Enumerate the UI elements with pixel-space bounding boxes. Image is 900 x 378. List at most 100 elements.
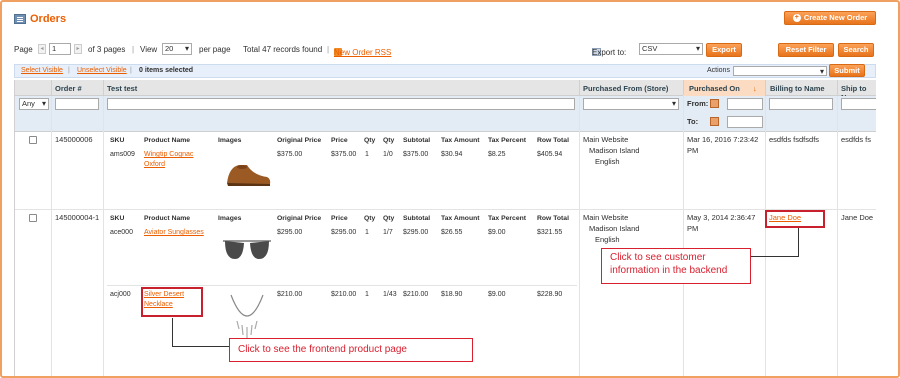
reset-filter-button[interactable]: Reset Filter [778, 43, 834, 57]
table-row[interactable]: 145000006 SKU Product Name Images Origin… [15, 132, 876, 210]
shoe-image [227, 165, 271, 186]
col-purchased-from[interactable]: Purchased From (Store) [583, 84, 668, 93]
select-visible-link[interactable]: Select Visible [21, 67, 63, 74]
store-view: English [595, 157, 620, 166]
sub-header-sku: SKU [110, 215, 125, 222]
col-order[interactable]: Order # [55, 84, 82, 93]
actions-select[interactable] [733, 66, 827, 77]
callout-line [751, 256, 799, 257]
callout-line [172, 318, 173, 346]
store-filter-select[interactable] [583, 98, 679, 110]
order-id: 145000006 [55, 135, 93, 144]
store-website: Main Website [583, 213, 629, 222]
row-checkbox[interactable] [29, 214, 37, 222]
product-name-link[interactable]: Wingtip Cognac Oxford [144, 150, 210, 170]
from-label: From: [687, 99, 709, 108]
sub-header-subtotal: Subtotal [403, 137, 431, 144]
test-filter-input[interactable] [107, 98, 575, 110]
create-new-order-label: Create New Order [803, 13, 868, 22]
sub-header-taxp: Tax Percent [488, 215, 527, 222]
calendar-icon[interactable] [710, 99, 719, 108]
page-header: Orders + Create New Order [14, 8, 876, 30]
item-taxp: $8.25 [488, 151, 506, 158]
unselect-visible-link[interactable]: Unselect Visible [77, 67, 127, 74]
col-test[interactable]: Test test [107, 84, 137, 93]
item-taxp: $9.00 [488, 291, 506, 298]
calendar-icon[interactable] [710, 117, 719, 126]
export-format-select[interactable]: CSV [639, 43, 703, 55]
sub-header-qty2: Qty [383, 137, 395, 144]
create-new-order-button[interactable]: + Create New Order [784, 11, 876, 25]
sunglasses-image [223, 240, 271, 259]
next-page-button[interactable]: ▸ [74, 44, 82, 54]
purchased-on: Mar 16, 2016 7:23:42 PM [687, 135, 759, 155]
item-qty2: 1/7 [383, 229, 393, 236]
col-purchased-on[interactable]: Purchased On [689, 84, 740, 93]
item-price: $375.00 [331, 151, 357, 158]
date-from-input[interactable] [727, 98, 763, 110]
item-qty: 1 [365, 291, 369, 298]
search-button[interactable]: Search [838, 43, 874, 57]
frontend-link-highlight [141, 287, 203, 317]
grid-header: Order # Test test Purchased From (Store)… [15, 80, 876, 102]
item-sku: ams009 [110, 151, 135, 158]
sub-header-name: Product Name [144, 137, 191, 144]
billing-name: esdfds fsdfsdfs [769, 135, 820, 144]
rss-link-text[interactable]: New Order RSS [334, 48, 391, 57]
col-billing[interactable]: Billing to Name [770, 84, 825, 93]
callout-line [798, 228, 799, 256]
ship-name: Jane Doe [841, 213, 874, 222]
order-filter-input[interactable] [55, 98, 99, 110]
billing-filter-input[interactable] [769, 98, 833, 110]
sub-header-sku: SKU [110, 137, 125, 144]
row-checkbox[interactable] [29, 136, 37, 144]
item-tax: $30.94 [441, 151, 463, 158]
item-tax: $26.55 [441, 229, 463, 236]
sub-header-qty: Qty [364, 137, 376, 144]
store-name: Madison Island [589, 146, 640, 155]
to-label: To: [687, 117, 699, 126]
item-qty2: 1/43 [383, 291, 397, 298]
item-total: $405.94 [537, 151, 563, 158]
sub-header-total: Row Total [537, 215, 569, 222]
sub-header-images: Images [218, 137, 242, 144]
filter-row: Any From: To: [15, 96, 881, 132]
prev-page-button[interactable]: ◂ [38, 44, 46, 54]
submit-button[interactable]: Submit [829, 64, 865, 77]
sub-header-images: Images [218, 215, 242, 222]
sort-desc-icon: ↓ [753, 84, 757, 93]
items-selected: 0 items selected [139, 67, 194, 74]
page-input[interactable]: 1 [49, 43, 71, 55]
sub-header-price: Price [331, 137, 348, 144]
product-name-link[interactable]: Aviator Sunglasses [144, 228, 210, 238]
item-subtotal: $210.00 [403, 291, 429, 298]
page-frame: Orders + Create New Order Page ◂ 1 ▸ of 3… [0, 0, 900, 378]
customer-callout: Click to see customer information in the… [601, 248, 751, 284]
grid-toolbar: Page ◂ 1 ▸ of 3 pages | View 20 per page… [14, 42, 876, 58]
massaction-filter-select[interactable]: Any [19, 98, 49, 110]
item-subtotal: $295.00 [403, 229, 429, 236]
per-page-select[interactable]: 20 [162, 43, 192, 55]
item-taxp: $9.00 [488, 229, 506, 236]
order-id: 145000004-1 [55, 213, 100, 222]
massaction-bar: Select Visible | Unselect Visible | 0 it… [14, 64, 876, 78]
necklace-image [230, 294, 264, 339]
store-website: Main Website [583, 135, 629, 144]
item-orig-price: $375.00 [277, 151, 303, 158]
ship-filter-input[interactable] [841, 98, 881, 110]
sub-header-price: Price [331, 215, 348, 222]
purchased-on: May 3, 2014 2:36:47 PM [687, 213, 756, 233]
sub-header-total: Row Total [537, 137, 569, 144]
export-button[interactable]: Export [706, 43, 742, 57]
sub-header-tax: Tax Amount [441, 137, 480, 144]
sub-header-tax: Tax Amount [441, 215, 480, 222]
date-to-input[interactable] [727, 116, 763, 128]
frontend-callout: Click to see the frontend product page [229, 338, 473, 362]
item-subtotal: $375.00 [403, 151, 429, 158]
sub-header-name: Product Name [144, 215, 191, 222]
orders-grid: Order # Test test Purchased From (Store)… [14, 80, 881, 376]
item-qty: 1 [365, 151, 369, 158]
sub-header-taxp: Tax Percent [488, 137, 527, 144]
per-page-label: per page [199, 45, 231, 54]
export-label-text: Export to: [592, 48, 627, 57]
